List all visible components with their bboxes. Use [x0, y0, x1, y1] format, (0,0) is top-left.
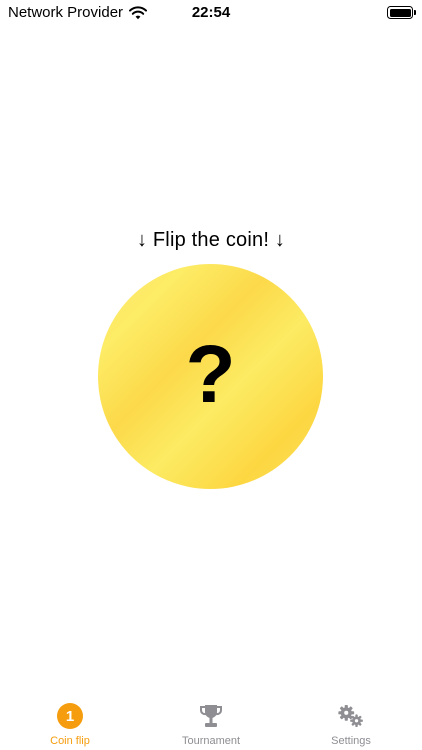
battery-icon	[387, 6, 416, 19]
status-time: 22:54	[191, 4, 231, 21]
tab-bar: 1 Coin flip Tournament Settings	[0, 694, 422, 750]
tab-label-settings: Settings	[331, 735, 371, 747]
tab-label-tournament: Tournament	[181, 735, 241, 747]
battery-level	[389, 8, 411, 17]
tab-tournament[interactable]: Tournament	[141, 694, 281, 750]
coin-badge-icon: 1	[55, 701, 85, 731]
coin-button[interactable]: ?	[98, 264, 323, 489]
app-screen: Network Provider 22:54 ↓ Flip the coin! …	[0, 0, 422, 750]
gears-icon	[336, 701, 366, 731]
tab-label-coin-flip: Coin flip	[50, 735, 90, 747]
flip-prompt: ↓ Flip the coin! ↓	[136, 229, 286, 251]
status-bar: Network Provider 22:54	[0, 0, 422, 26]
tab-badge: 1	[57, 703, 83, 729]
coin-question-mark: ?	[185, 328, 236, 420]
tab-coin-flip[interactable]: 1 Coin flip	[0, 694, 140, 750]
tab-settings[interactable]: Settings	[281, 694, 421, 750]
trophy-icon	[196, 701, 226, 731]
